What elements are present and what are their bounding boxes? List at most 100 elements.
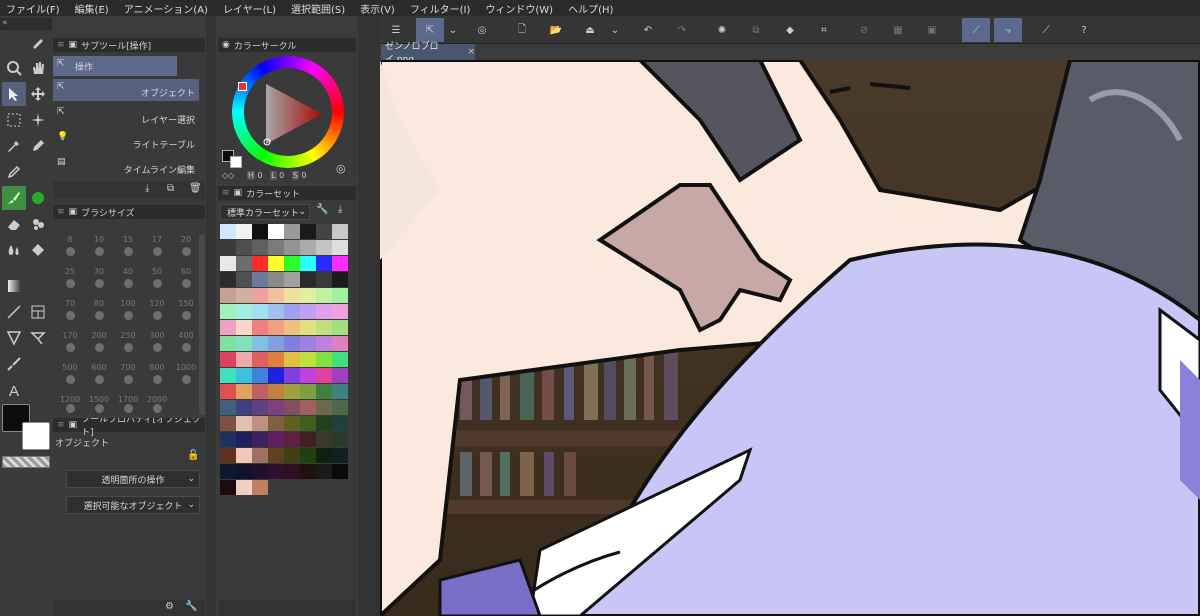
color-swatch[interactable]: [300, 352, 316, 367]
menu-window[interactable]: ウィンドウ(W): [485, 1, 553, 16]
color-swatch[interactable]: [284, 288, 300, 303]
color-swatch[interactable]: [316, 272, 332, 287]
color-swatch[interactable]: [332, 416, 348, 431]
color-swatch[interactable]: [300, 432, 316, 447]
ruler-icon[interactable]: [2, 326, 26, 350]
menu-help[interactable]: ヘルプ(H): [568, 1, 613, 16]
menu-file[interactable]: ファイル(F): [6, 1, 60, 16]
invert-selection-icon[interactable]: ▣: [922, 18, 942, 42]
saturation-triangle[interactable]: [254, 78, 326, 150]
color-swatch[interactable]: [300, 448, 316, 463]
wrench-icon[interactable]: ⚙: [165, 601, 174, 612]
color-swatch[interactable]: [252, 336, 268, 351]
color-swatch[interactable]: [284, 448, 300, 463]
color-swatch[interactable]: [332, 320, 348, 335]
menu-layer[interactable]: レイヤー(L): [223, 1, 276, 16]
subtool-item-layer-select[interactable]: ⇱ レイヤー選択: [53, 104, 199, 128]
pen-tab-icon[interactable]: [26, 34, 50, 50]
brush-size-cell[interactable]: 20: [173, 235, 199, 256]
color-swatch[interactable]: [284, 256, 300, 271]
color-swatch[interactable]: [300, 288, 316, 303]
color-swatch[interactable]: [220, 272, 236, 287]
color-swatch[interactable]: [316, 384, 332, 399]
color-swatch[interactable]: [220, 464, 236, 479]
brush-size-cell[interactable]: 70: [57, 299, 83, 320]
color-swatch[interactable]: [220, 320, 236, 335]
correct-line-icon[interactable]: [2, 352, 26, 376]
color-swatch[interactable]: [220, 480, 236, 495]
brush-size-cell[interactable]: 600: [86, 363, 112, 384]
color-swatch[interactable]: [236, 400, 252, 415]
color-swatch[interactable]: [268, 240, 284, 255]
snap-brush-icon[interactable]: ⤷: [994, 18, 1022, 42]
color-swatch[interactable]: [236, 464, 252, 479]
eyedropper-icon[interactable]: [2, 134, 26, 158]
color-swatch[interactable]: [252, 480, 268, 495]
color-swatch[interactable]: [220, 240, 236, 255]
layer-property-icon[interactable]: ◎: [472, 18, 492, 42]
color-swatch[interactable]: [268, 288, 284, 303]
color-swatch[interactable]: [316, 432, 332, 447]
color-swatch[interactable]: [300, 336, 316, 351]
brush-size-cell[interactable]: 120: [144, 299, 170, 320]
frame-icon[interactable]: [26, 300, 50, 324]
color-swatch[interactable]: [220, 384, 236, 399]
color-swatch[interactable]: [220, 432, 236, 447]
brush-size-cell[interactable]: 170: [57, 331, 83, 352]
eraser-icon[interactable]: [2, 212, 26, 236]
document-tab[interactable]: ゼンノロブロイ.png×: [381, 42, 475, 65]
brush-size-cell[interactable]: 50: [144, 267, 170, 288]
color-swatch[interactable]: [316, 368, 332, 383]
brush-size-cell[interactable]: 25: [57, 267, 83, 288]
color-swatch[interactable]: [268, 304, 284, 319]
color-swatch[interactable]: [332, 336, 348, 351]
pen-icon[interactable]: [26, 134, 50, 158]
color-swatch[interactable]: [268, 352, 284, 367]
panel-divider[interactable]: [206, 16, 216, 616]
loading-icon[interactable]: ✺: [712, 18, 732, 42]
brush-size-scrollbar[interactable]: [199, 235, 205, 415]
operation-tool-icon[interactable]: [2, 82, 26, 106]
close-icon[interactable]: ×: [467, 47, 475, 57]
color-swatch[interactable]: [332, 240, 348, 255]
color-swatch[interactable]: [236, 224, 252, 239]
save-icon[interactable]: ⏏: [580, 18, 600, 42]
color-swatch[interactable]: [284, 336, 300, 351]
selectable-object-dropdown[interactable]: 選択可能なオブジェクト ⌄: [66, 496, 200, 514]
transparent-op-dropdown[interactable]: 透明箇所の操作 ⌄: [66, 470, 200, 488]
brush-size-cell[interactable]: 100: [115, 299, 141, 320]
color-swatch[interactable]: [252, 352, 268, 367]
color-swatch[interactable]: [220, 304, 236, 319]
menu-edit[interactable]: 編集(E): [75, 1, 109, 16]
clear-selection-icon[interactable]: ⊘: [854, 18, 874, 42]
new-file-icon[interactable]: 🗋: [512, 18, 532, 42]
chevron-down-icon[interactable]: ⌄: [608, 18, 622, 42]
color-swatch[interactable]: [332, 256, 348, 271]
color-swatch[interactable]: [284, 368, 300, 383]
color-swatch[interactable]: [236, 480, 252, 495]
color-swatch[interactable]: [300, 272, 316, 287]
color-swatch[interactable]: [332, 448, 348, 463]
trash-icon[interactable]: 🗑: [189, 183, 202, 194]
color-swatch[interactable]: [284, 464, 300, 479]
color-swatch[interactable]: [236, 256, 252, 271]
brush-size-cell[interactable]: 250: [115, 331, 141, 352]
menu-animation[interactable]: アニメーション(A): [124, 1, 208, 16]
menu-view[interactable]: 表示(V): [360, 1, 395, 16]
color-swatch[interactable]: [220, 416, 236, 431]
color-swatch[interactable]: [284, 320, 300, 335]
color-mode-icon[interactable]: ◎: [336, 162, 346, 175]
color-swatch[interactable]: [220, 368, 236, 383]
color-swatch[interactable]: [284, 400, 300, 415]
color-swatch[interactable]: [268, 448, 284, 463]
color-swatch[interactable]: [268, 400, 284, 415]
undo-icon[interactable]: ↶: [638, 18, 658, 42]
text-icon[interactable]: A: [2, 378, 26, 402]
color-swatch[interactable]: [252, 448, 268, 463]
color-swatch[interactable]: [316, 288, 332, 303]
color-swatch[interactable]: [268, 256, 284, 271]
color-swatch[interactable]: [284, 224, 300, 239]
settings-icon[interactable]: 🔧: [185, 601, 197, 612]
color-swatch[interactable]: [236, 320, 252, 335]
redo-icon[interactable]: ↷: [672, 18, 692, 42]
